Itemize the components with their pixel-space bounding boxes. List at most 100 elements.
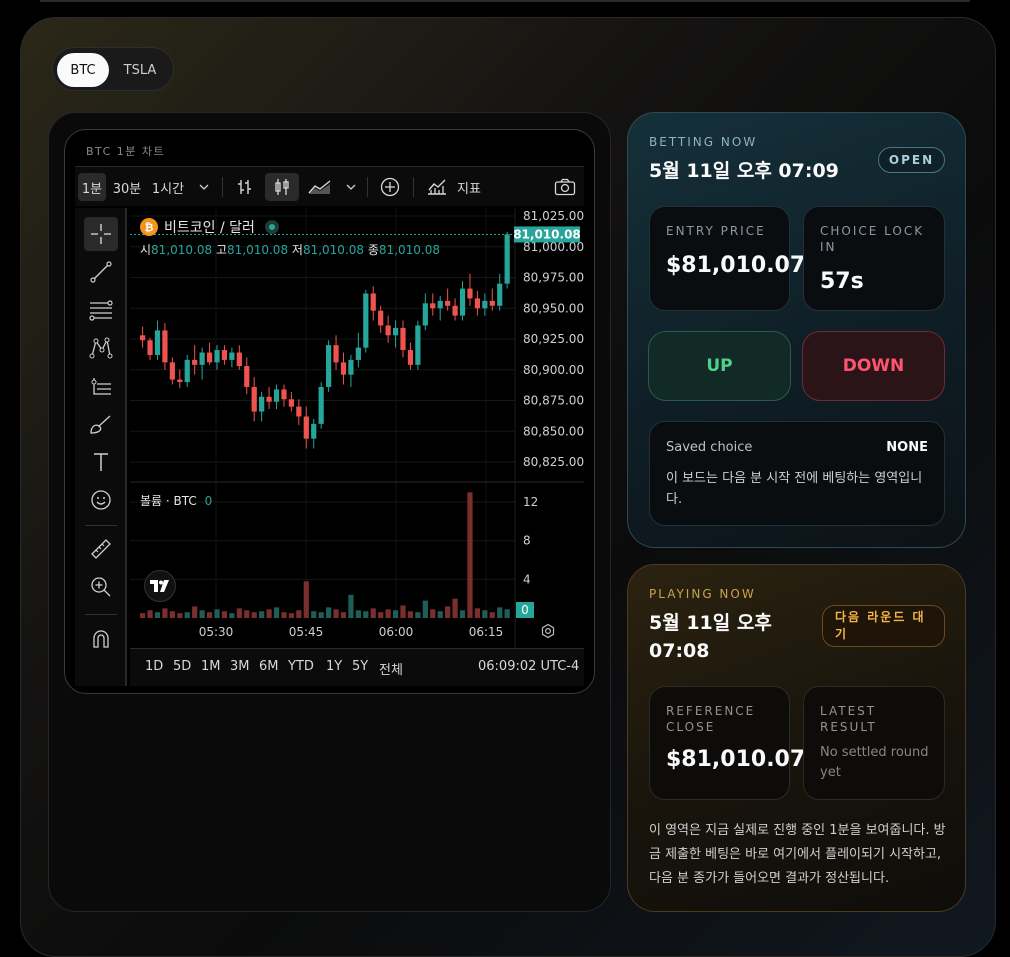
volume-bar xyxy=(355,610,361,618)
bar-chart-type-icon[interactable] xyxy=(231,173,259,201)
price-chart[interactable]: 81,025.0081,000.0080,975.0080,950.0080,9… xyxy=(130,208,584,686)
latest-result-value: No settled round yet xyxy=(820,745,929,780)
chart-plot-area[interactable]: 81,025.00 81,000.00 80,975.00 80,950.00 80,9… xyxy=(130,208,584,686)
interval-30m-button[interactable]: 30분 xyxy=(111,173,143,201)
brush-icon[interactable] xyxy=(84,407,118,441)
entry-price-card: ENTRY PRICE $81,010.07 xyxy=(649,206,805,311)
range-5d-button[interactable]: 5D xyxy=(173,659,191,674)
projection-icon[interactable] xyxy=(84,369,118,403)
candle xyxy=(147,340,153,355)
candle xyxy=(177,379,183,383)
chart-caption: BTC 1분 차트 xyxy=(86,145,166,158)
tradingview-logo-icon[interactable] xyxy=(144,570,176,602)
volume-bar xyxy=(229,613,235,618)
volume-bar xyxy=(452,598,458,618)
volume-tick-label: 4 xyxy=(523,572,531,586)
range-6m-button[interactable]: 6M xyxy=(259,659,279,674)
interval-1m-button[interactable]: 1분 xyxy=(78,173,106,201)
chart-type-chevron-icon[interactable] xyxy=(341,173,361,201)
symbol-legend[interactable]: ₿ 비트코인 / 달러 xyxy=(140,217,279,237)
volume-bar xyxy=(400,605,406,618)
ohlc-high-value: 81,010.08 xyxy=(227,243,289,257)
reference-close-card: REFERENCE CLOSE $81,010.07 xyxy=(649,686,805,800)
asset-btc-button[interactable]: BTC xyxy=(57,53,109,87)
asset-toggle: BTC TSLA xyxy=(52,47,174,91)
text-tool-icon[interactable] xyxy=(84,445,118,479)
volume-bar xyxy=(303,581,309,618)
range-1d-button[interactable]: 1D xyxy=(145,659,163,674)
asset-tsla-button[interactable]: TSLA xyxy=(111,53,169,87)
toolbar-divider xyxy=(222,177,223,197)
ruler-icon[interactable] xyxy=(84,532,118,566)
candle xyxy=(355,347,361,360)
range-ytd-button[interactable]: YTD xyxy=(288,659,314,674)
candle xyxy=(206,352,213,363)
volume-bar xyxy=(140,613,146,618)
ohlc-close-label: 종 xyxy=(367,243,379,257)
candle xyxy=(363,293,369,348)
range-5y-button[interactable]: 5Y xyxy=(352,659,368,674)
volume-bar xyxy=(392,610,399,618)
latest-result-card: LATEST RESULT No settled round yet xyxy=(803,686,945,800)
candle xyxy=(169,362,175,380)
volume-bar xyxy=(474,608,481,618)
range-1m-button[interactable]: 1M xyxy=(201,659,221,674)
volume-bar xyxy=(340,612,347,618)
price-tick-label: 80,950.00 xyxy=(523,301,584,315)
pattern-icon[interactable] xyxy=(84,331,118,365)
volume-bar xyxy=(266,609,272,618)
drawing-toolbar-divider xyxy=(85,614,117,615)
volume-bar xyxy=(221,611,228,618)
ohlc-high-label: 고 xyxy=(215,243,227,257)
volume-bar xyxy=(430,609,436,618)
indicators-button[interactable]: 지표 xyxy=(453,173,485,201)
candle xyxy=(192,359,198,365)
time-tick-label: 06:15 xyxy=(469,625,504,639)
candle xyxy=(467,288,473,299)
range-all-button[interactable]: 전체 xyxy=(379,659,403,678)
candle xyxy=(333,345,339,363)
top-divider xyxy=(40,0,970,2)
candle xyxy=(340,362,347,375)
volume-bar xyxy=(199,610,205,618)
volume-bar xyxy=(497,607,503,618)
area-chart-type-icon[interactable] xyxy=(305,173,335,201)
candle-chart-type-icon[interactable] xyxy=(265,173,299,201)
volume-bar xyxy=(378,612,384,618)
saved-choice-label: Saved choice xyxy=(666,440,753,455)
indicators-icon[interactable] xyxy=(425,173,449,201)
trend-line-icon[interactable] xyxy=(84,255,118,289)
playing-eyebrow: PLAYING NOW xyxy=(649,587,756,601)
choice-lock-card: CHOICE LOCK IN 57s xyxy=(803,206,945,311)
interval-1h-button[interactable]: 1시간 xyxy=(150,173,186,201)
fib-retracement-icon[interactable] xyxy=(84,293,118,327)
magnet-icon[interactable] xyxy=(84,622,118,656)
candle xyxy=(407,350,414,365)
camera-icon[interactable] xyxy=(551,173,579,201)
candle xyxy=(281,389,287,400)
add-compare-icon[interactable] xyxy=(375,173,405,201)
chevron-down-icon[interactable] xyxy=(193,173,215,201)
candle xyxy=(251,386,257,412)
range-1y-button[interactable]: 1Y xyxy=(326,659,342,674)
range-3m-button[interactable]: 3M xyxy=(230,659,250,674)
playing-panel: PLAYING NOW 5월 11일 오후 07:08 다음 라운드 대기 RE… xyxy=(627,564,966,912)
volume-bar xyxy=(459,610,466,618)
zoom-in-icon[interactable] xyxy=(84,570,118,604)
candle xyxy=(482,300,488,309)
up-button[interactable]: UP xyxy=(648,331,791,401)
volume-bar xyxy=(407,611,414,618)
candle xyxy=(430,303,436,309)
volume-bars xyxy=(140,492,510,618)
betting-panel: BETTING NOW 5월 11일 오후 07:09 OPEN ENTRY P… xyxy=(627,112,966,548)
emoji-icon[interactable] xyxy=(84,483,118,517)
crosshair-icon[interactable] xyxy=(84,217,118,251)
settings-gear-icon[interactable] xyxy=(540,623,560,643)
candle xyxy=(184,359,190,383)
price-tick-label: 80,875.00 xyxy=(523,394,584,408)
candle xyxy=(445,300,451,306)
candle xyxy=(214,350,220,363)
clock-timezone[interactable]: 06:09:02 UTC-4 xyxy=(478,659,579,674)
down-button[interactable]: DOWN xyxy=(802,331,945,401)
symbol-title: 비트코인 / 달러 xyxy=(164,220,255,236)
